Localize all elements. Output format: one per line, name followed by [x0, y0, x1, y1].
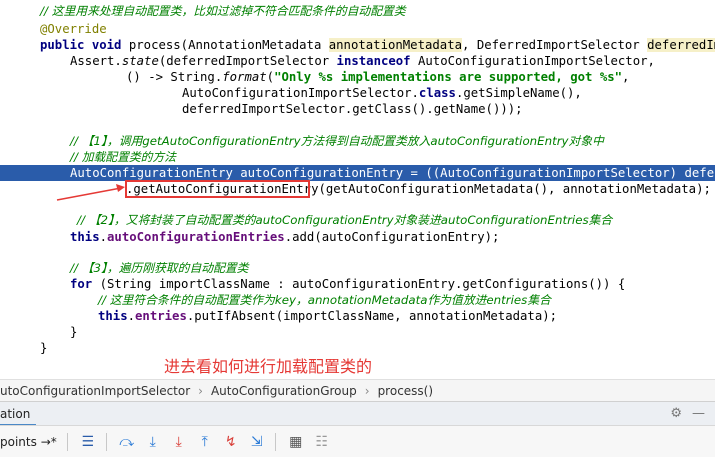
red-arrow-icon — [56, 184, 125, 201]
breadcrumb-class[interactable]: utoConfigurationImportSelector — [0, 384, 190, 398]
code-line-method-signature: public void process(AnnotationMetadata a… — [40, 37, 715, 53]
code-line-get-entry: .getAutoConfigurationEntry(getAutoConfig… — [126, 182, 711, 196]
run-to-cursor-icon[interactable]: ⇲ — [245, 430, 269, 454]
breadcrumb-group[interactable]: AutoConfigurationGroup — [211, 384, 357, 398]
code-line-format: () -> String.format("Only %s implementat… — [126, 70, 630, 84]
breadcrumb: utoConfigurationImportSelector › AutoCon… — [0, 379, 715, 401]
code-line-comment-step1: // 【1】，调用getAutoConfigurationEntry方法得到自动… — [70, 134, 604, 148]
code-line-comment-step3: // 【3】，遍历刚获取的自动配置类 — [70, 261, 249, 275]
toolbar-divider — [66, 432, 68, 451]
toolbar-divider — [274, 432, 276, 451]
code-line-get-name: deferredImportSelector.getClass().getNam… — [182, 102, 523, 116]
trace-icon[interactable]: ☷ — [310, 430, 334, 454]
evaluate-table-icon[interactable]: ▦ — [284, 430, 308, 454]
step-over-icon[interactable]: ⤼ — [115, 430, 139, 454]
settings-gear-icon[interactable]: ⚙ — [670, 406, 682, 421]
minimize-icon[interactable]: — — [692, 406, 705, 421]
drop-frame-icon[interactable]: ↯ — [219, 430, 243, 454]
step-into-icon[interactable]: ⤓ — [141, 430, 165, 454]
breakpoints-label[interactable]: points →* — [0, 435, 61, 449]
breadcrumb-separator: › — [364, 383, 370, 398]
code-line-put-if-absent: this.entries.putIfAbsent(importClassName… — [98, 309, 558, 323]
code-line-comment-step2: // 【2】，又将封装了自动配置类的autoConfigurationEntry… — [77, 213, 613, 227]
step-out-icon[interactable]: ⤒ — [193, 430, 217, 454]
breadcrumb-method[interactable]: process() — [378, 384, 433, 398]
code-line-assert: Assert.state(deferredImportSelector inst… — [70, 54, 655, 68]
code-line-close-for: } — [70, 325, 78, 339]
code-line-override: @Override — [40, 22, 107, 36]
code-line-comment-load: // 加载配置类的方法 — [70, 150, 177, 164]
menu-lines-icon[interactable]: ☰ — [76, 430, 100, 454]
breadcrumb-separator: › — [198, 383, 203, 398]
code-line-comment: // 这里用来处理自动配置类，比如过滤掉不符合匹配条件的自动配置类 — [40, 4, 406, 18]
code-line-entries-add: this.autoConfigurationEntries.add(autoCo… — [70, 230, 500, 244]
get-auto-configuration-entry-call[interactable]: .getAutoConfigurationEntry — [126, 182, 319, 196]
code-line-comment-key: // 这里符合条件的自动配置类作为key，annotationMetadata作… — [98, 293, 551, 307]
code-line-selected[interactable]: AutoConfigurationEntry autoConfiguration… — [0, 165, 715, 181]
force-step-into-icon[interactable]: ⤓ — [167, 430, 191, 454]
toolbar-divider — [105, 432, 107, 451]
annotation-text: 进去看如何进行加载配置类的 — [164, 357, 373, 376]
tab-configuration[interactable]: ation — [0, 402, 37, 426]
debug-toolbar: points →* ☰ ⤼ ⤓ ⤓ ⤒ ↯ ⇲ ▦ ☷ — [0, 425, 715, 457]
tool-window-header: ation ⚙ — — [0, 401, 715, 426]
code-line-for-loop: for (String importClassName : autoConfig… — [70, 277, 626, 291]
code-line-simple-name: AutoConfigurationImportSelector.class.ge… — [182, 86, 582, 100]
code-line-close-method: } — [40, 341, 48, 355]
